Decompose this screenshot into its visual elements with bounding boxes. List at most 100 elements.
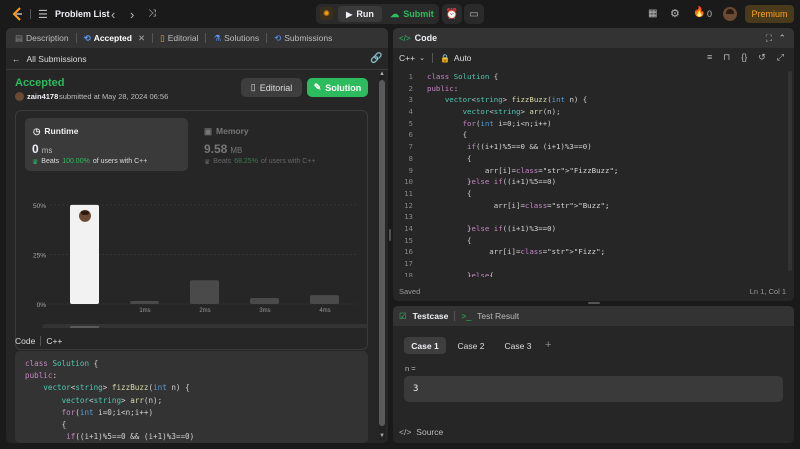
memory-beats-label: Beats xyxy=(213,158,232,165)
code-label: Code xyxy=(15,336,36,346)
vertical-splitter[interactable] xyxy=(389,229,391,241)
auto-label[interactable]: Auto xyxy=(454,53,472,63)
code-line[interactable]: 12 arr[i]=class="str">"Buzz"; xyxy=(393,200,788,212)
prev-problem-icon[interactable]: ‹ xyxy=(111,7,115,22)
solution-button[interactable]: ✎ Solution xyxy=(307,78,368,97)
horizontal-splitter[interactable] xyxy=(588,302,600,304)
y-tick-label: 0% xyxy=(37,302,47,309)
variable-label: n = xyxy=(405,364,416,373)
bookmark-icon[interactable]: ⊓ xyxy=(723,52,730,63)
shuffle-icon[interactable]: ⤨ xyxy=(148,8,156,19)
tab-editorial[interactable]: ▯ Editorial xyxy=(157,33,201,44)
leetcode-logo[interactable] xyxy=(10,7,24,21)
reset-icon[interactable]: ↺ xyxy=(758,52,766,63)
code-editor[interactable]: 1 class Solution {2 public: 3 vector<string… xyxy=(393,71,788,277)
code-line[interactable]: 10 }else if((i+1)%5==0) xyxy=(393,176,788,188)
scroll-down-icon[interactable]: ▼ xyxy=(379,433,385,439)
runtime-beats-label: Beats xyxy=(41,158,60,165)
scrollbar-thumb[interactable] xyxy=(379,80,385,426)
chevron-down-icon: ⌄ xyxy=(419,55,425,62)
tab-solutions[interactable]: ⚗ Solutions xyxy=(210,33,262,44)
memory-card[interactable]: ▣ Memory 9.58 MB ♛ Beats 68.25% of users … xyxy=(196,118,359,171)
case-2-tab[interactable]: Case 2 xyxy=(450,337,492,354)
code-line[interactable]: 5 for(int i=0;i<n;i++) xyxy=(393,118,788,130)
code-line[interactable]: 13 xyxy=(393,211,788,223)
editorial-button[interactable]: ▯ Editorial xyxy=(241,78,302,97)
testcase-panel: ☑ Testcase >_ Test Result Case 1 Case 2 … xyxy=(393,306,794,443)
top-bar: ☰ Problem List ‹ › ⤨ ✺ ▶ Run ☁ Submit ⏰ ▭ … xyxy=(0,0,800,28)
braces-icon[interactable]: {} xyxy=(741,52,747,63)
code-line[interactable]: 18 }else{ xyxy=(393,270,788,277)
submit-button[interactable]: ☁ Submit xyxy=(386,6,438,22)
lock-icon: 🔒 xyxy=(439,53,450,63)
code-line[interactable]: 4 vector<string> arr(n); xyxy=(393,106,788,118)
run-button[interactable]: ▶ Run xyxy=(338,6,382,22)
maximize-icon[interactable]: ⛶ xyxy=(766,33,772,44)
book-icon: ▯ xyxy=(250,82,256,92)
cloud-upload-icon: ☁ xyxy=(390,8,400,19)
preview-line: class Solution { xyxy=(25,359,99,368)
note-icon: ▭ xyxy=(469,8,479,20)
premium-button[interactable]: Premium xyxy=(745,5,794,23)
code-line[interactable]: 8 { xyxy=(393,153,788,165)
check-icon: ⟲ xyxy=(83,32,91,43)
layout-grid-icon[interactable]: ▦ xyxy=(648,8,657,19)
tab-submissions[interactable]: ⟲ Submissions xyxy=(271,33,335,44)
code-line[interactable]: 2 public: xyxy=(393,83,788,95)
left-panel: ▤ Description ⟲ Accepted ✕ ▯ Editorial ⚗ Solu… xyxy=(6,28,388,443)
clock-icon: ◷ xyxy=(33,126,41,136)
code-line[interactable]: 6 { xyxy=(393,129,788,141)
notes-button[interactable]: ▭ xyxy=(464,4,484,24)
code-line[interactable]: 15 { xyxy=(393,235,788,247)
username[interactable]: zain4178 xyxy=(27,92,58,101)
case-1-tab[interactable]: Case 1 xyxy=(404,337,446,354)
scroll-up-icon[interactable]: ▲ xyxy=(379,71,385,77)
editor-scrollbar[interactable] xyxy=(788,71,792,271)
timer-button[interactable]: ⏰ xyxy=(442,4,462,24)
all-submissions-link[interactable]: ← All Submissions xyxy=(12,54,87,64)
next-problem-icon[interactable]: › xyxy=(130,7,134,22)
runtime-distribution-chart[interactable]: 50%25%0%1ms1ms2ms2ms3ms3ms4ms4ms xyxy=(6,178,388,328)
streak-fire-icon[interactable]: 🔥 xyxy=(693,7,705,18)
code-line[interactable]: 9 arr[i]=class="str">"FizzBuzz"; xyxy=(393,165,788,177)
gear-icon[interactable]: ⚙ xyxy=(670,7,680,20)
add-case-icon[interactable]: + xyxy=(545,339,551,351)
memory-chip-icon: ▣ xyxy=(204,126,213,136)
case-3-tab[interactable]: Case 3 xyxy=(497,337,539,354)
code-line[interactable]: 11 { xyxy=(393,188,788,200)
editor-panel: </> Code ⛶ ⌃ C++ ⌄ 🔒 Auto ≡ ⊓ {} ↺ ⤢ 1 cl… xyxy=(393,28,794,301)
code-line[interactable]: 17 xyxy=(393,258,788,270)
runtime-card[interactable]: ◷ Runtime 0 ms ♛ Beats 100.00% of users w… xyxy=(25,118,188,171)
runtime-label: Runtime xyxy=(44,126,79,136)
tab-testcase[interactable]: Testcase xyxy=(413,311,449,321)
y-tick-label: 25% xyxy=(33,252,46,259)
tab-description[interactable]: ▤ Description xyxy=(12,33,72,44)
expand-icon[interactable]: ⤢ xyxy=(777,52,784,63)
language-select[interactable]: C++ xyxy=(399,53,415,63)
close-tab-icon[interactable]: ✕ xyxy=(138,33,145,44)
align-left-icon[interactable]: ≡ xyxy=(707,52,712,63)
code-icon: </> xyxy=(399,427,412,437)
list-icon[interactable]: ☰ xyxy=(38,8,48,21)
variable-input[interactable]: 3 xyxy=(404,376,783,402)
code-line[interactable]: 14 }else if((i+1)%3==0) xyxy=(393,223,788,235)
source-link[interactable]: </> Source xyxy=(399,427,443,437)
collapse-icon[interactable]: ⌃ xyxy=(778,33,786,44)
book-icon: ▯ xyxy=(160,32,165,43)
link-icon[interactable]: 🔗 xyxy=(370,53,382,64)
memory-beats-suffix: of users with C++ xyxy=(260,158,316,165)
preview-line: { xyxy=(25,419,67,429)
tab-accepted[interactable]: ⟲ Accepted ✕ xyxy=(81,33,149,44)
code-line[interactable]: 16 arr[i]=class="str">"Fizz"; xyxy=(393,246,788,258)
debug-icon[interactable]: ✺ xyxy=(320,7,333,20)
code-line[interactable]: 1 class Solution { xyxy=(393,71,788,83)
problem-list-link[interactable]: Problem List xyxy=(55,9,110,19)
runtime-beats-suffix: of users with C++ xyxy=(92,158,148,165)
tab-test-result[interactable]: Test Result xyxy=(477,311,519,321)
code-line[interactable]: 3 vector<string> fizzBuzz(int n) { xyxy=(393,94,788,106)
avatar[interactable] xyxy=(723,7,737,21)
code-preview: class Solution {public: vector<string> f… xyxy=(15,351,368,443)
distribution-bar xyxy=(310,295,339,304)
code-line[interactable]: 7 if((i+1)%5==0 && (i+1)%3==0) xyxy=(393,141,788,153)
distribution-bar xyxy=(130,301,159,304)
